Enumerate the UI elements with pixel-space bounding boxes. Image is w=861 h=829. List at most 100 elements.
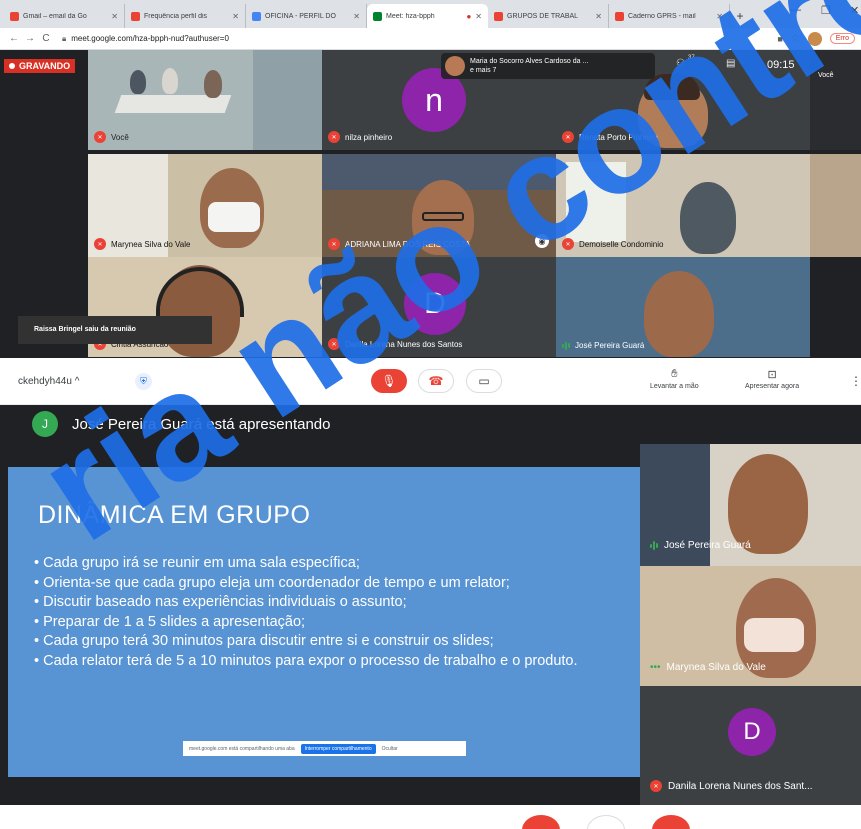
mic-off-icon[interactable] — [522, 815, 560, 829]
camera-icon[interactable]: ■ — [777, 34, 782, 44]
meeting-controls-bar: ckehdyh44u ^ ⛨ 🎙︎ ☎︎ ▭ ✋︎ Levantar a mão … — [0, 358, 861, 405]
meet-icon — [373, 11, 382, 21]
more-options-icon[interactable]: ⋮ — [850, 374, 861, 388]
mic-off-icon: ✕ — [562, 238, 574, 250]
present-now-button[interactable]: ⊡ Apresentar agora — [745, 368, 799, 390]
speaking-dots-icon: ••• — [650, 662, 661, 673]
phone-hangup-icon: ☎︎ — [428, 374, 444, 388]
minimize-icon[interactable]: — — [790, 4, 801, 16]
recording-label: GRAVANDO — [19, 61, 71, 71]
participant-tile[interactable]: ✕ ADRIANA LIMA DOS REIS COSTA ◉ — [322, 154, 556, 257]
tab-oficina[interactable]: OFICINA - PERFIL DO ✕ — [246, 4, 367, 28]
notification-bar[interactable]: Maria do Socorro Alves Cardoso da ... e m… — [441, 53, 655, 79]
new-tab-button[interactable]: + — [730, 4, 750, 28]
participant-name: Danila Lorena Nunes dos Santos — [345, 339, 463, 349]
close-window-icon[interactable]: ✕ — [850, 4, 859, 17]
side-participant-tile[interactable]: ••• Marynea Silva do Vale — [640, 566, 861, 686]
side-participant-tile[interactable]: D ✕ Danila Lorena Nunes dos Sant... — [640, 686, 861, 805]
face-mask-shape — [744, 618, 804, 652]
notification-name: Maria do Socorro Alves Cardoso da ... — [470, 58, 589, 65]
avatar — [445, 56, 465, 76]
profile-avatar[interactable] — [807, 31, 822, 46]
avatar: D — [728, 708, 776, 756]
close-icon[interactable]: ✕ — [716, 12, 723, 21]
slide-bullet: Cada relator terá de 5 a 10 minutos para… — [34, 653, 624, 671]
camera-toggle-button[interactable]: ▭ — [466, 369, 502, 393]
chat-icon[interactable]: ▤ — [726, 58, 735, 69]
slide-title: DINÂMICA EM GRUPO — [38, 501, 311, 529]
phone-hangup-icon[interactable] — [587, 815, 625, 829]
participant-tile[interactable]: ✕ Você — [88, 50, 322, 150]
back-icon[interactable]: ← — [6, 33, 22, 44]
close-icon[interactable]: ✕ — [475, 12, 482, 21]
tab-caderno[interactable]: Caderno GPRS - mail ✕ — [609, 4, 730, 28]
maximize-icon[interactable]: ❐ — [821, 4, 831, 17]
tile-name: ✕ Demoiselle Condominio — [562, 238, 663, 250]
tab-label: Gmail – email da Go — [23, 12, 87, 20]
glasses-shape — [422, 212, 464, 221]
window-shape — [566, 162, 626, 242]
people-icon[interactable]: ⚇ — [676, 58, 685, 69]
tab-meet[interactable]: Meet: hza-bpph ● ✕ — [367, 4, 488, 28]
tab-grupos[interactable]: GRUPOS DE TRABAL ✕ — [488, 4, 609, 28]
participant-tile[interactable]: ✕ Marynea Silva do Vale — [88, 154, 322, 257]
slide-bullet: Discutir baseado nas experiências indivi… — [34, 594, 624, 612]
tile-name: ✕ nilza pinheiro — [328, 131, 392, 143]
url-field[interactable]: 🔒︎ meet.google.com/hza-bpph-nud?authuser=… — [62, 34, 777, 44]
tile-name: ✕ ADRIANA LIMA DOS REIS COSTA — [328, 238, 470, 250]
pin-icon[interactable]: ◉ — [535, 234, 549, 248]
slide-bullet: Orienta-se que cada grupo eleja um coord… — [34, 575, 624, 593]
participant-name: Marynea Silva do Vale — [666, 662, 766, 673]
participant-name: Marynea Silva do Vale — [111, 239, 191, 249]
notification-more: e mais 7 — [470, 67, 497, 74]
participant-tile-partial[interactable] — [810, 154, 861, 257]
participant-name: Demoiselle Condominio — [579, 239, 664, 249]
participant-name: Você — [111, 132, 129, 142]
slide-bullet: Cada grupo irá se reunir em uma sala esp… — [34, 555, 624, 573]
audio-level-icon — [562, 341, 570, 350]
slide-bullet: Cada grupo terá 30 minutos para discutir… — [34, 633, 624, 651]
leave-call-button[interactable]: ☎︎ — [418, 369, 454, 393]
meeting-code[interactable]: ckehdyh44u ^ — [18, 376, 79, 387]
mic-off-icon: ✕ — [94, 238, 106, 250]
mic-off-icon: ✕ — [562, 131, 574, 143]
sharing-text: meet.google.com está compartilhando uma … — [189, 745, 295, 752]
presenter-banner: J José Pereira Guará está apresentando — [32, 411, 331, 437]
audio-level-icon — [650, 541, 658, 550]
person-shape — [130, 70, 146, 94]
chevron-up-icon[interactable]: ^ — [75, 376, 80, 387]
tile-name: José Pereira Guará — [562, 341, 644, 350]
browser-tab-bar: Gmail – email da Go ✕ Frequência perfil d… — [0, 0, 861, 28]
face-mask-shape — [208, 202, 260, 232]
hide-button[interactable]: Ocultar — [382, 746, 398, 752]
participant-name: Renata Porto Pinheiro — [579, 132, 658, 142]
reload-icon[interactable]: C — [38, 33, 54, 44]
sharing-bar: meet.google.com está compartilhando uma … — [183, 741, 466, 756]
lock-icon: 🔒︎ — [62, 33, 67, 43]
stop-sharing-button[interactable]: Interromper compartilhamento — [300, 743, 376, 754]
forward-icon[interactable]: → — [22, 33, 38, 44]
participant-name: José Pereira Guará — [575, 341, 645, 350]
video-icon: ▭ — [478, 374, 490, 388]
docs-icon — [252, 11, 261, 21]
mic-toggle-button[interactable]: 🎙︎ — [371, 369, 407, 393]
tab-frequencia[interactable]: Frequência perfil dis ✕ — [125, 4, 246, 28]
star-icon[interactable]: ☆ — [791, 33, 800, 44]
participant-tile[interactable]: ✕ Demoiselle Condominio — [556, 154, 810, 257]
raise-hand-button[interactable]: ✋︎ Levantar a mão — [650, 368, 699, 390]
side-participant-tile[interactable]: José Pereira Guará — [640, 444, 861, 566]
tab-gmail[interactable]: Gmail – email da Go ✕ — [4, 4, 125, 28]
participant-tile[interactable]: José Pereira Guará — [556, 257, 810, 357]
error-button[interactable]: Erro — [829, 33, 855, 44]
close-icon[interactable]: ✕ — [111, 12, 118, 21]
tile-name: ••• Marynea Silva do Vale — [650, 662, 766, 673]
tile-name: ✕ Renata Porto Pinheiro — [562, 131, 658, 143]
close-icon[interactable]: ✕ — [232, 12, 239, 21]
close-icon[interactable]: ✕ — [353, 12, 360, 21]
video-off-icon[interactable] — [652, 815, 690, 829]
shield-icon[interactable]: ⛨ — [135, 373, 152, 390]
present-now-label: Apresentar agora — [745, 383, 800, 390]
self-tile[interactable]: Você — [810, 50, 861, 150]
participant-tile[interactable]: D ✕ Danila Lorena Nunes dos Santos — [322, 257, 556, 357]
close-icon[interactable]: ✕ — [595, 12, 602, 21]
